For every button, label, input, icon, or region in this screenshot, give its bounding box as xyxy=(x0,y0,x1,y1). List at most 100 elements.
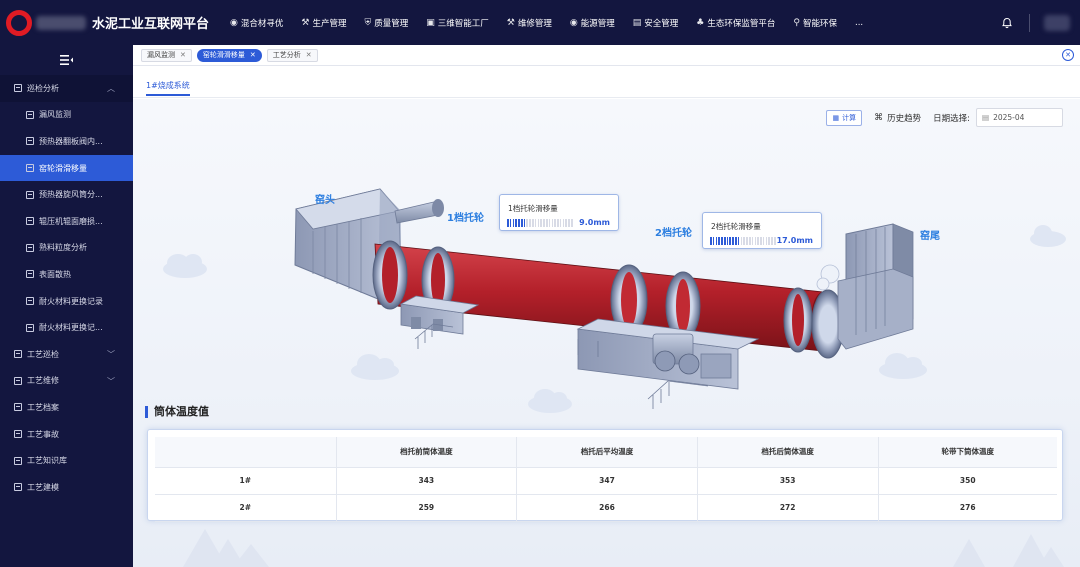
tyre2-slip-title: 2档托轮滑移量 xyxy=(711,222,761,231)
menu-item-icon xyxy=(26,217,34,226)
tyre1-slip-value: 9.0mm xyxy=(579,218,610,227)
gauge-tick xyxy=(540,219,542,227)
bell-icon[interactable] xyxy=(1001,17,1013,29)
calculate-button[interactable]: ▦ 计算 xyxy=(826,109,863,126)
sidebar-item-label: 预热器旋风筒分... xyxy=(39,190,103,200)
menu-item-icon xyxy=(14,376,22,385)
chevron-down-icon: ﹀ xyxy=(107,376,115,386)
menu-item-icon xyxy=(26,270,34,279)
sidebar-item-12[interactable]: 工艺档案 xyxy=(0,394,133,421)
sidebar-item-4[interactable]: 预热器旋风筒分... xyxy=(0,181,133,208)
sidebar: 巡检分析 ︿ 漏风监测 预热器翻板阀内... 窑轮滑滑移量预热器旋风筒分... 辊压机辊面… xyxy=(0,45,133,567)
gauge-tick xyxy=(751,237,754,245)
eco-icon: ♣ xyxy=(696,17,705,28)
sidebar-item-label: 耐火材料更换记... xyxy=(39,323,103,333)
sidebar-item-label: 工艺维修 xyxy=(27,376,59,386)
topnav-item-8[interactable]: ⚲ 智能环保 xyxy=(784,0,846,45)
topnav-item-3[interactable]: ▣ 三维智能工厂 xyxy=(417,0,498,45)
gauge-tick xyxy=(570,219,573,227)
tyre1-slip-card[interactable]: 1档托轮滑移量 9.0mm xyxy=(499,194,619,231)
gauge-tick xyxy=(762,237,765,245)
topnav-item-5[interactable]: ◉ 能源管理 xyxy=(561,0,624,45)
menu-item-icon xyxy=(26,110,34,119)
sidebar-item-5[interactable]: 辊压机辊面磨损... xyxy=(0,208,133,235)
sidebar-item-label: 工艺档案 xyxy=(27,402,59,412)
close-icon[interactable]: ✕ xyxy=(306,51,312,59)
history-trend-icon: ⌘ xyxy=(874,112,884,123)
topnav-item-0[interactable]: ◉ 混合材寻优 xyxy=(221,0,292,45)
calculator-icon: ▦ xyxy=(832,113,840,122)
topnav-item-label: ... xyxy=(855,17,864,28)
gauge-tick xyxy=(507,219,509,227)
date-picker-input[interactable]: ▤ 2025-04 xyxy=(976,108,1063,127)
gauge-tick xyxy=(726,237,729,245)
sidebar-item-label: 工艺巡检 xyxy=(27,349,59,359)
sidebar-item-8[interactable]: 耐火材料更换记录 xyxy=(0,288,133,315)
close-icon[interactable]: ✕ xyxy=(180,51,186,59)
menu-item-icon xyxy=(14,84,22,93)
gauge-tick xyxy=(768,237,770,245)
tab-label: 窑轮滑滑移量 xyxy=(202,51,245,59)
sidebar-item-14[interactable]: 工艺知识库 xyxy=(0,447,133,474)
subtab-kiln-system[interactable]: 1#烧成系统 xyxy=(146,80,190,96)
sidebar-item-13[interactable]: 工艺事故 xyxy=(0,421,133,448)
close-all-tabs-icon[interactable]: ✕ xyxy=(1062,49,1074,61)
tyre1-label: 1档托轮 xyxy=(447,213,484,224)
sidebar-item-6[interactable]: 熟料粒度分析 xyxy=(0,235,133,262)
shell-temp-title: 筒体温度值 xyxy=(145,406,209,418)
sidebar-item-label: 窑轮滑滑移量 xyxy=(39,163,87,173)
sidebar-item-11[interactable]: 工艺维修 ﹀ xyxy=(0,368,133,395)
menu-item-icon xyxy=(14,456,22,465)
table-header-cell: 轮带下筒体温度 xyxy=(878,437,1057,468)
topnav-item-label: 生态环保监管平台 xyxy=(707,18,776,29)
sidebar-item-10[interactable]: 工艺巡检 ﹀ xyxy=(0,341,133,368)
close-icon[interactable]: ✕ xyxy=(250,51,256,59)
user-avatar[interactable] xyxy=(1044,14,1070,31)
gauge-tick xyxy=(537,219,540,227)
gauge-tick xyxy=(729,237,732,245)
sidebar-item-9[interactable]: 耐火材料更换记... xyxy=(0,314,133,341)
topnav-item-6[interactable]: ▤ 安全管理 xyxy=(624,0,688,45)
gauge-tick xyxy=(721,237,723,245)
topnav-item-label: 智能环保 xyxy=(802,18,837,29)
topnav-item-7[interactable]: ♣ 生态环保监管平台 xyxy=(687,0,784,45)
menu-item-icon xyxy=(26,297,34,306)
gauge-tick xyxy=(773,237,776,245)
topnav-item-2[interactable]: ⛨ 质量管理 xyxy=(355,0,417,45)
open-tabs: 漏风监测 ✕ 窑轮滑滑移量 ✕ 工艺分析 ✕ xyxy=(141,48,323,62)
menu-item-icon xyxy=(26,190,34,199)
sidebar-item-15[interactable]: 工艺建模 xyxy=(0,474,133,501)
gauge-tick xyxy=(551,219,554,227)
app-title: 水泥工业互联网平台 xyxy=(92,17,210,32)
table-cell: 272 xyxy=(697,494,879,522)
table-cell: 266 xyxy=(516,494,698,522)
sidebar-item-label: 熟料粒度分析 xyxy=(39,243,87,253)
tab-1[interactable]: 窑轮滑滑移量 ✕ xyxy=(196,48,262,62)
company-logo[interactable] xyxy=(6,9,32,36)
topnav-item-1[interactable]: ⚒ 生产管理 xyxy=(292,0,355,45)
sidebar-item-7[interactable]: 表面散热 xyxy=(0,261,133,288)
topnav-item-9[interactable]: ... xyxy=(846,0,872,45)
history-trend-button[interactable]: ⌘ 历史趋势 xyxy=(874,112,921,124)
collapse-menu-icon[interactable] xyxy=(0,45,133,75)
table-header-row: 档托前筒体温度 档托后平均温度 档托后筒体温度 轮带下筒体温度 xyxy=(155,437,1057,468)
sidebar-item-0[interactable]: 巡检分析 ︿ xyxy=(0,75,133,102)
topnav-item-label: 生产管理 xyxy=(312,18,347,29)
sidebar-item-1[interactable]: 漏风监测 xyxy=(0,102,133,129)
quality-icon: ⛨ xyxy=(364,17,372,28)
gauge-tick xyxy=(554,219,556,227)
date-select-label: 日期选择: xyxy=(933,113,970,124)
tab-2[interactable]: 工艺分析 ✕ xyxy=(266,48,318,62)
table-cell: 1# xyxy=(155,467,337,495)
tyre2-slip-card[interactable]: 2档托轮滑移量 17.0mm xyxy=(702,212,822,249)
topnav-item-4[interactable]: ⚒ 维修管理 xyxy=(498,0,561,45)
sidebar-item-3[interactable]: 窑轮滑滑移量 xyxy=(0,154,133,182)
tyre2-slip-gauge xyxy=(710,237,778,245)
gauge-tick xyxy=(562,219,565,227)
kiln-tail-label: 窑尾 xyxy=(920,231,940,242)
gauge-tick xyxy=(723,237,726,245)
tab-0[interactable]: 漏风监测 ✕ xyxy=(141,48,192,62)
sidebar-item-2[interactable]: 预热器翻板阀内... xyxy=(0,128,133,155)
table-header-cell: 档托后平均温度 xyxy=(516,437,698,468)
tab-label: 漏风监测 xyxy=(147,51,175,59)
